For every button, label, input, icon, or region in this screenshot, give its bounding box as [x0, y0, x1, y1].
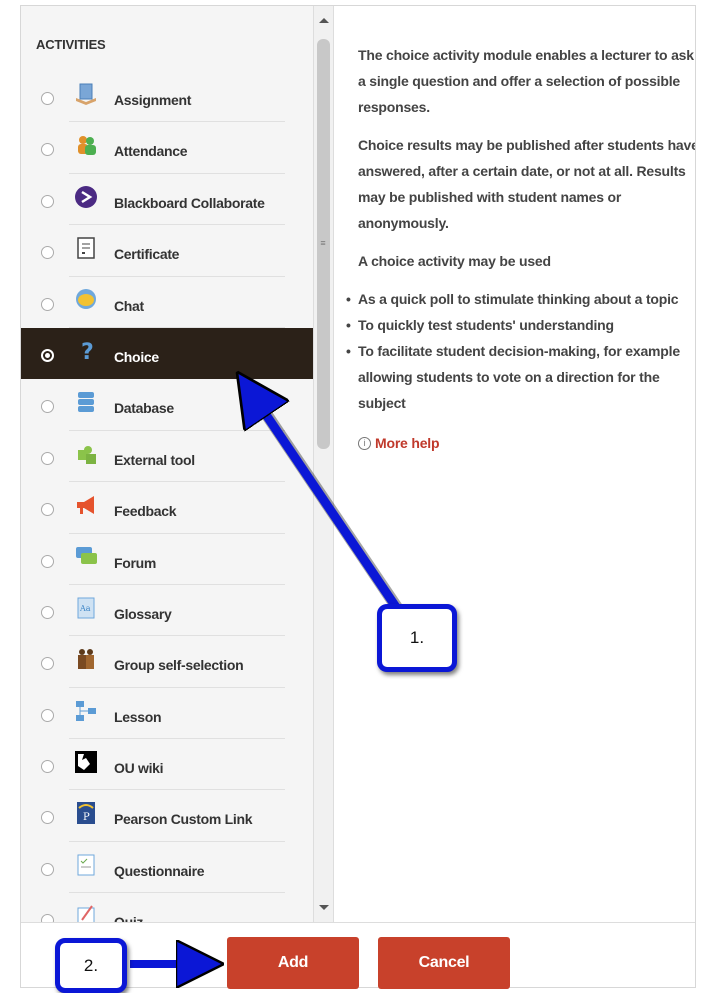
activity-option-lesson[interactable]: Lesson	[21, 688, 313, 740]
scroll-down-arrow-icon[interactable]	[319, 905, 329, 910]
certificate-icon	[74, 236, 98, 260]
activity-radio-button[interactable]	[41, 451, 54, 465]
activity-option-quiz[interactable]: Quiz	[21, 893, 313, 922]
activity-option-chat[interactable]: Chat	[21, 277, 313, 328]
activity-label: Blackboard Collaborate	[114, 194, 265, 211]
activity-option-feedback[interactable]: Feedback	[21, 482, 313, 534]
activity-option-assignment[interactable]: Assignment	[21, 71, 313, 123]
activity-option-forum[interactable]: Forum	[21, 534, 313, 585]
question-mark-icon: ?	[74, 339, 98, 363]
activity-radio-button[interactable]	[41, 554, 54, 568]
activity-label: OU wiki	[114, 760, 164, 777]
svg-text:Aa: Aa	[79, 604, 91, 613]
activity-label: Pearson Custom Link	[114, 811, 253, 828]
callout-2: 2.	[55, 938, 127, 993]
activity-radio-button[interactable]	[41, 143, 54, 157]
assignment-icon	[74, 82, 98, 106]
activity-radio-button[interactable]	[41, 348, 54, 362]
scroll-up-arrow-icon[interactable]	[319, 18, 329, 23]
activity-label: Glossary	[114, 605, 172, 622]
attendance-icon	[74, 133, 98, 157]
activity-label: Assignment	[114, 92, 192, 108]
database-icon	[74, 390, 98, 414]
activity-label: Database	[114, 400, 174, 417]
activity-radio-button[interactable]	[41, 862, 54, 876]
activities-list: Assignment Attendance Blackboard Collabora…	[21, 71, 313, 922]
activity-label: Feedback	[114, 503, 177, 520]
activity-radio-button[interactable]	[41, 194, 54, 208]
svg-text:?: ?	[81, 340, 94, 363]
activity-option-external-tool[interactable]: External tool	[21, 431, 313, 483]
help-bullet: As a quick poll to stimulate thinking ab…	[346, 286, 695, 312]
questionnaire-icon	[74, 853, 98, 877]
activity-label: External tool	[114, 451, 195, 468]
lesson-icon	[74, 699, 98, 723]
activity-label: Group self-selection	[114, 657, 244, 674]
more-help-link[interactable]: i More help	[358, 430, 695, 456]
help-paragraph-3: A choice activity may be used	[358, 253, 551, 269]
activity-option-glossary[interactable]: Aa Glossary	[21, 585, 313, 637]
activity-label: Forum	[114, 554, 157, 571]
activity-option-pearson-custom-link[interactable]: P Pearson Custom Link	[21, 790, 313, 842]
activity-radio-button[interactable]	[41, 914, 54, 922]
help-paragraph-2: Choice results may be published after st…	[358, 137, 696, 231]
activity-radio-button[interactable]	[41, 605, 54, 619]
scrollbar-grip-icon: ≡	[320, 238, 326, 248]
activity-radio-button[interactable]	[41, 760, 54, 774]
help-paragraph-1: The choice activity module enables a lec…	[358, 47, 694, 115]
chat-icon	[74, 288, 98, 312]
help-bullet-list: As a quick poll to stimulate thinking ab…	[346, 286, 695, 416]
add-button[interactable]: Add	[227, 937, 359, 989]
svg-text:P: P	[83, 812, 90, 823]
activity-option-attendance[interactable]: Attendance	[21, 122, 313, 174]
cancel-button[interactable]: Cancel	[378, 937, 510, 989]
activity-radio-button[interactable]	[41, 297, 54, 311]
activity-chooser-dialog: ACTIVITIES Assignment Attendance Blackboar…	[20, 5, 696, 988]
activity-option-ou-wiki[interactable]: OU wiki	[21, 739, 313, 791]
megaphone-icon	[74, 493, 98, 517]
forum-icon	[74, 545, 98, 569]
activity-label: Quiz	[114, 914, 143, 922]
help-bullet: To quickly test students' understanding	[346, 312, 695, 338]
wiki-icon	[74, 750, 98, 774]
more-help-label: More help	[375, 435, 440, 451]
activity-radio-button[interactable]	[41, 708, 54, 722]
activity-radio-button[interactable]	[41, 657, 54, 671]
group-icon	[74, 647, 98, 671]
activity-option-choice[interactable]: ? Choice	[21, 327, 313, 380]
activity-radio-button[interactable]	[41, 811, 54, 825]
activities-list-panel: ACTIVITIES Assignment Attendance Blackboar…	[21, 6, 313, 922]
activity-option-group-self-selection[interactable]: Group self-selection	[21, 636, 313, 688]
puzzle-icon	[74, 442, 98, 466]
activities-heading: ACTIVITIES	[36, 37, 106, 52]
activity-radio-button[interactable]	[41, 400, 54, 414]
help-bullet: To facilitate student decision-making, f…	[346, 338, 695, 416]
callout-1: 1.	[377, 604, 457, 672]
activity-label: Choice	[114, 348, 159, 365]
activity-option-database[interactable]: Database	[21, 379, 313, 431]
help-panel: The choice activity module enables a lec…	[333, 6, 696, 922]
info-icon: i	[358, 436, 371, 450]
activity-radio-button[interactable]	[41, 246, 54, 260]
activity-label: Attendance	[114, 143, 188, 160]
glossary-icon: Aa	[74, 596, 98, 620]
activity-label: Lesson	[114, 708, 162, 725]
activity-label: Certificate	[114, 246, 180, 263]
activity-label: Questionnaire	[114, 862, 205, 879]
activity-option-certificate[interactable]: Certificate	[21, 225, 313, 277]
blackboard-collaborate-icon	[74, 185, 98, 209]
activities-scrollbar[interactable]: ≡	[313, 6, 333, 922]
activity-option-blackboard-collaborate[interactable]: Blackboard Collaborate	[21, 174, 313, 226]
help-text: The choice activity module enables a lec…	[346, 42, 696, 456]
activity-radio-button[interactable]	[41, 503, 54, 517]
pearson-icon: P	[74, 801, 98, 825]
activity-label: Chat	[114, 297, 144, 314]
activity-radio-button[interactable]	[41, 92, 54, 105]
activity-option-questionnaire[interactable]: Questionnaire	[21, 842, 313, 894]
quiz-icon	[74, 904, 98, 922]
